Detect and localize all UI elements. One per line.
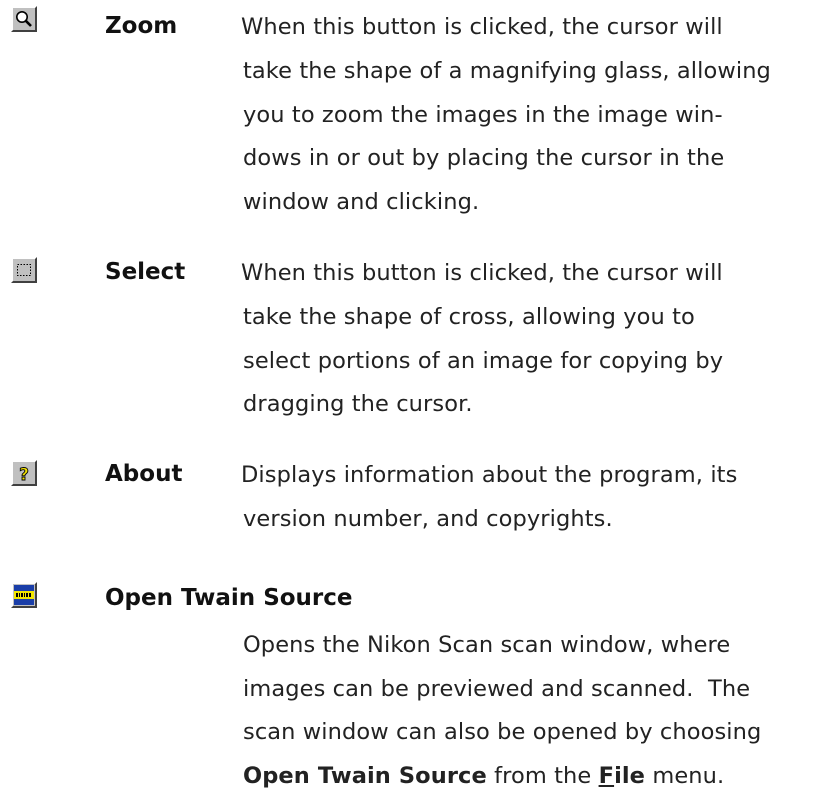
- desc-ots-line-1: Opens the Nikon Scan scan window, where: [243, 624, 818, 668]
- term-zoom: Zoom: [105, 8, 177, 44]
- desc-about-line-2: version number, and copyrights.: [243, 498, 818, 542]
- desc-select-line-2: take the shape of cross, allowing you to: [243, 296, 818, 340]
- term-select: Select: [105, 254, 185, 290]
- select-button[interactable]: [11, 257, 37, 283]
- desc-ots-line-4: Open Twain Source from the File menu.: [243, 755, 818, 798]
- desc-select-line-1: When this button is clicked, the cursor …: [241, 252, 816, 296]
- desc-select: When this button is clicked, the cursor …: [241, 252, 816, 296]
- term-open-twain-source: Open Twain Source: [105, 580, 353, 616]
- svg-text:?: ?: [19, 465, 29, 484]
- desc-about-line-1: Displays information about the program, …: [241, 454, 816, 498]
- term-about: About: [105, 456, 182, 492]
- desc-select-line-3: select portions of an image for copying …: [243, 340, 818, 384]
- desc-select-line-4: dragging the cursor.: [243, 383, 818, 427]
- desc-ots-line-2: images can be previewed and scanned. The: [243, 668, 818, 712]
- desc-zoom-cont: take the shape of a magnifying glass, al…: [243, 50, 818, 224]
- desc-zoom: When this button is clicked, the cursor …: [241, 6, 816, 50]
- zoom-button[interactable]: [11, 6, 37, 32]
- menu-name-file-rest: ile: [614, 763, 645, 789]
- about-button[interactable]: ?: [11, 460, 37, 486]
- desc-ots-line-4-end: menu.: [645, 763, 724, 789]
- desc-zoom-line-4: dows in or out by placing the cursor in …: [243, 137, 818, 181]
- menu-name-file-letter: F: [599, 763, 614, 789]
- desc-about: Displays information about the program, …: [241, 454, 816, 498]
- desc-open-twain-source: Opens the Nikon Scan scan window, where …: [243, 624, 818, 798]
- desc-zoom-line-5: window and clicking.: [243, 181, 818, 225]
- desc-select-cont: take the shape of cross, allowing you to…: [243, 296, 818, 427]
- desc-ots-line-3: scan window can also be opened by choosi…: [243, 711, 818, 755]
- desc-zoom-line-1: When this button is clicked, the cursor …: [241, 6, 816, 50]
- desc-about-cont: version number, and copyrights.: [243, 498, 818, 542]
- desc-ots-line-4-middle: from the: [487, 763, 599, 789]
- desc-zoom-line-2: take the shape of a magnifying glass, al…: [243, 50, 818, 94]
- menu-command-open-twain-source: Open Twain Source: [243, 763, 487, 789]
- open-twain-source-button[interactable]: [11, 582, 37, 608]
- desc-zoom-line-3: you to zoom the images in the image win-: [243, 94, 818, 138]
